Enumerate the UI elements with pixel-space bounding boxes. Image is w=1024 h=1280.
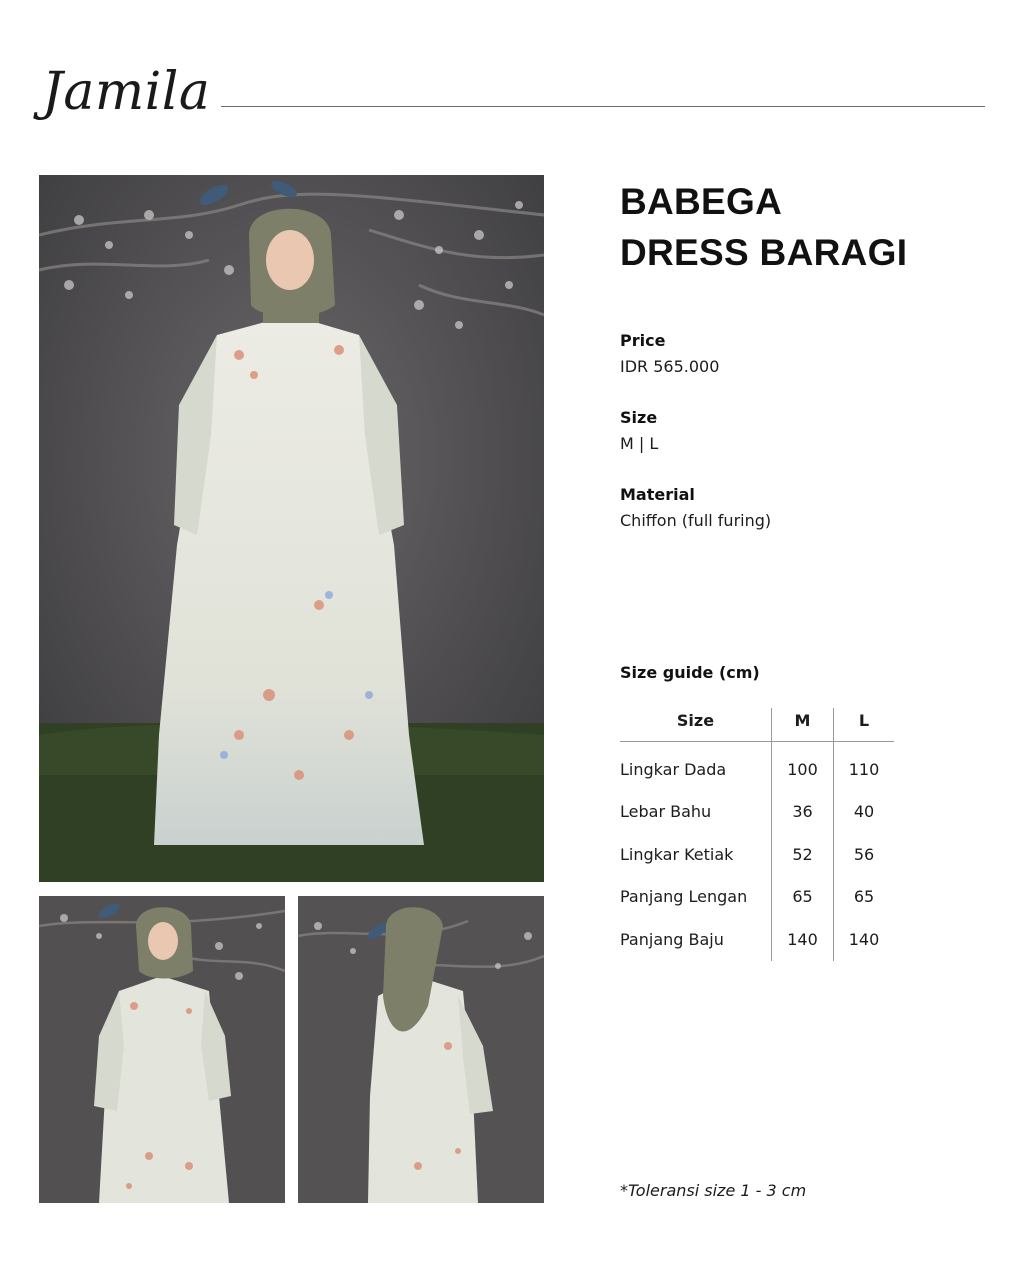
row-label: Lingkar Dada — [620, 759, 727, 779]
header-divider — [221, 106, 985, 107]
product-photo-front — [39, 896, 285, 1203]
row-value-m: 52 — [771, 833, 834, 876]
table-row: Lebar Bahu 36 40 — [620, 790, 894, 833]
material-value: Chiffon (full furing) — [620, 511, 772, 530]
tolerance-note: *Toleransi size 1 - 3 cm — [620, 1181, 807, 1200]
row-label: Panjang Baju — [620, 929, 724, 949]
price-value: IDR 565.000 — [620, 357, 720, 376]
size-guide-table: Size M L Lingkar Dada 100 110 Lebar Bahu… — [620, 708, 894, 961]
size-guide-header-l: L — [833, 708, 894, 742]
size-guide-title: Size guide (cm) — [620, 663, 760, 682]
table-row: Lingkar Dada 100 110 — [620, 741, 894, 791]
table-row: Lingkar Ketiak 52 56 — [620, 833, 894, 876]
row-value-l: 65 — [833, 875, 894, 918]
size-guide-header-size: Size — [620, 708, 772, 742]
price-label: Price — [620, 331, 666, 350]
row-value-l: 56 — [833, 833, 894, 876]
row-label: Lingkar Ketiak — [620, 844, 734, 864]
size-section: Size M | L — [620, 407, 980, 455]
row-value-l: 40 — [833, 790, 894, 833]
row-label: Panjang Lengan — [620, 887, 748, 907]
size-guide-header-row: Size M L — [620, 708, 894, 742]
size-label: Size — [620, 408, 658, 427]
material-label: Material — [620, 485, 695, 504]
price-section: Price IDR 565.000 — [620, 330, 980, 378]
product-photo-main — [39, 175, 544, 882]
row-value-m: 36 — [771, 790, 834, 833]
row-value-m: 140 — [771, 918, 834, 961]
product-title-line-1: BABEGA — [620, 181, 783, 222]
table-row: Panjang Lengan 65 65 — [620, 875, 894, 918]
product-photo-side — [298, 896, 544, 1203]
row-value-l: 140 — [833, 918, 894, 961]
size-value: M | L — [620, 434, 659, 453]
product-title-line-2: DRESS BARAGI — [620, 232, 908, 273]
row-value-m: 65 — [771, 875, 834, 918]
row-value-l: 110 — [833, 741, 894, 791]
row-label: Lebar Bahu — [620, 802, 712, 822]
size-guide-header-m: M — [771, 708, 834, 742]
table-row: Panjang Baju 140 140 — [620, 918, 894, 961]
brand-logo: Jamila — [42, 62, 211, 122]
row-value-m: 100 — [771, 741, 834, 791]
product-title: BABEGA DRESS BARAGI — [620, 176, 1000, 278]
material-section: Material Chiffon (full furing) — [620, 484, 980, 532]
